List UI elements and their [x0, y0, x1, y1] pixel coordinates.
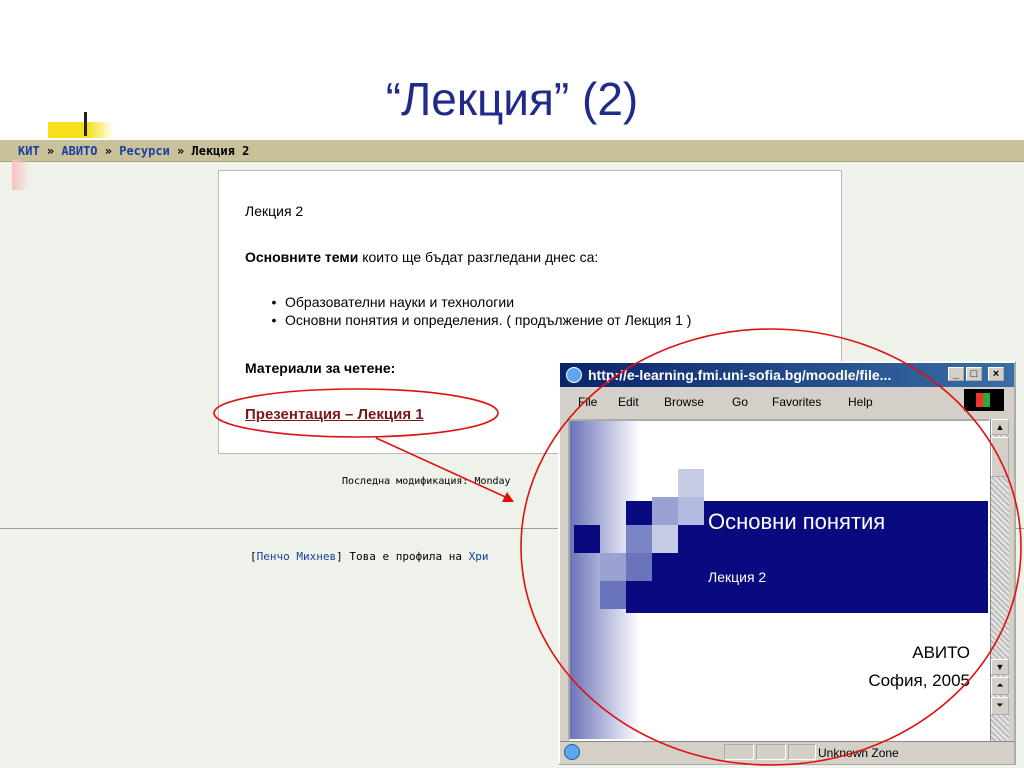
- lecture-title: Лекция 2: [245, 203, 304, 219]
- last-modified-text: Последна модификация: Monday: [342, 476, 511, 487]
- slide-accent-red: [12, 160, 30, 190]
- topic-list: Образователни науки и технологии Основни…: [263, 293, 691, 329]
- scrollbar-thumb[interactable]: [991, 437, 1009, 477]
- status-bar: Unknown Zone: [560, 741, 1014, 764]
- scroll-up-button[interactable]: ▲: [991, 419, 1009, 435]
- slide-decor-square: [626, 553, 652, 581]
- menu-favorites[interactable]: Favorites: [772, 395, 821, 409]
- slide-decor-square: [678, 497, 704, 525]
- profile-name-link[interactable]: Пенчо Михнев: [257, 550, 336, 563]
- status-cell: [724, 744, 754, 760]
- slide-decor-square: [600, 581, 626, 609]
- breadcrumb-item-avito[interactable]: АВИТО: [61, 144, 97, 158]
- breadcrumb-separator: »: [177, 144, 185, 158]
- page-status-icon: [564, 744, 580, 760]
- status-cell: [788, 744, 816, 760]
- slide-place-year: София, 2005: [868, 671, 970, 690]
- breadcrumb-item-current: Лекция 2: [191, 144, 250, 158]
- windows-logo-icon: [964, 389, 1004, 411]
- slide-accent-line: [84, 112, 87, 136]
- profile-line: [Пенчо Михнев] Това е профила на Хри: [250, 550, 489, 563]
- topics-intro: Основните теми които ще бъдат разгледани…: [245, 249, 598, 265]
- scroll-down-button[interactable]: ▼: [991, 659, 1009, 675]
- menu-file[interactable]: File: [578, 395, 597, 409]
- presentation-link[interactable]: Презентация – Лекция 1: [245, 406, 424, 423]
- list-item: Образователни науки и технологии: [263, 293, 691, 311]
- breadcrumb-item-resources[interactable]: Ресурси: [119, 144, 170, 158]
- topics-intro-rest: които ще бъдат разгледани днес са:: [358, 249, 599, 265]
- page-up-button[interactable]: ⏶: [991, 677, 1009, 695]
- status-cell: [756, 744, 786, 760]
- slide-title: “Лекция” (2): [385, 73, 639, 125]
- browser-title-bar[interactable]: http://e-learning.fmi.uni-sofia.bg/moodl…: [560, 363, 1014, 387]
- breadcrumb-separator: »: [104, 144, 112, 158]
- readings-heading: Материали за четене:: [245, 360, 396, 376]
- browser-window: http://e-learning.fmi.uni-sofia.bg/moodl…: [558, 361, 1016, 765]
- topics-intro-bold: Основните теми: [245, 249, 359, 265]
- slide-subheading: Лекция 2: [708, 569, 767, 585]
- profile-link[interactable]: Хри: [469, 550, 489, 563]
- menu-help[interactable]: Help: [848, 395, 873, 409]
- slide-decor-square: [652, 497, 678, 525]
- slide-org: АВИТО: [912, 643, 970, 662]
- slide-decor-square: [652, 525, 678, 553]
- internet-explorer-icon: [566, 367, 582, 383]
- menu-edit[interactable]: Edit: [618, 395, 639, 409]
- list-item: Основни понятия и определения. ( продълж…: [263, 311, 691, 329]
- slide-decor-square: [600, 553, 626, 581]
- minimize-button[interactable]: _: [948, 367, 964, 381]
- menu-browse[interactable]: Browse: [664, 395, 704, 409]
- security-zone-text: Unknown Zone: [818, 746, 899, 760]
- page-down-button[interactable]: ⏷: [991, 697, 1009, 715]
- close-button[interactable]: ×: [988, 367, 1004, 381]
- slide-decor-square: [678, 469, 704, 497]
- slide-decor-square: [574, 525, 600, 553]
- menu-go[interactable]: Go: [732, 395, 748, 409]
- maximize-button[interactable]: □: [966, 367, 982, 381]
- slide-heading: Основни понятия: [708, 509, 886, 534]
- breadcrumb-separator: »: [46, 144, 55, 158]
- menu-bar: File Edit Browse Go Favorites Help: [560, 389, 1014, 413]
- profile-text: Това е профила на: [342, 550, 469, 563]
- browser-title-text: http://e-learning.fmi.uni-sofia.bg/moodl…: [588, 367, 892, 383]
- breadcrumb-item-kit[interactable]: КИТ: [18, 144, 40, 158]
- breadcrumb: КИТ » АВИТО » Ресурси » Лекция 2: [0, 140, 1024, 162]
- slide-accent-bar: [48, 122, 114, 138]
- vertical-scrollbar[interactable]: ▲ ▼ ⏶ ⏷: [990, 419, 1009, 741]
- browser-viewport: Основни понятия Лекция 2 АВИТО София, 20…: [568, 419, 990, 741]
- slide-decor-square: [626, 525, 652, 553]
